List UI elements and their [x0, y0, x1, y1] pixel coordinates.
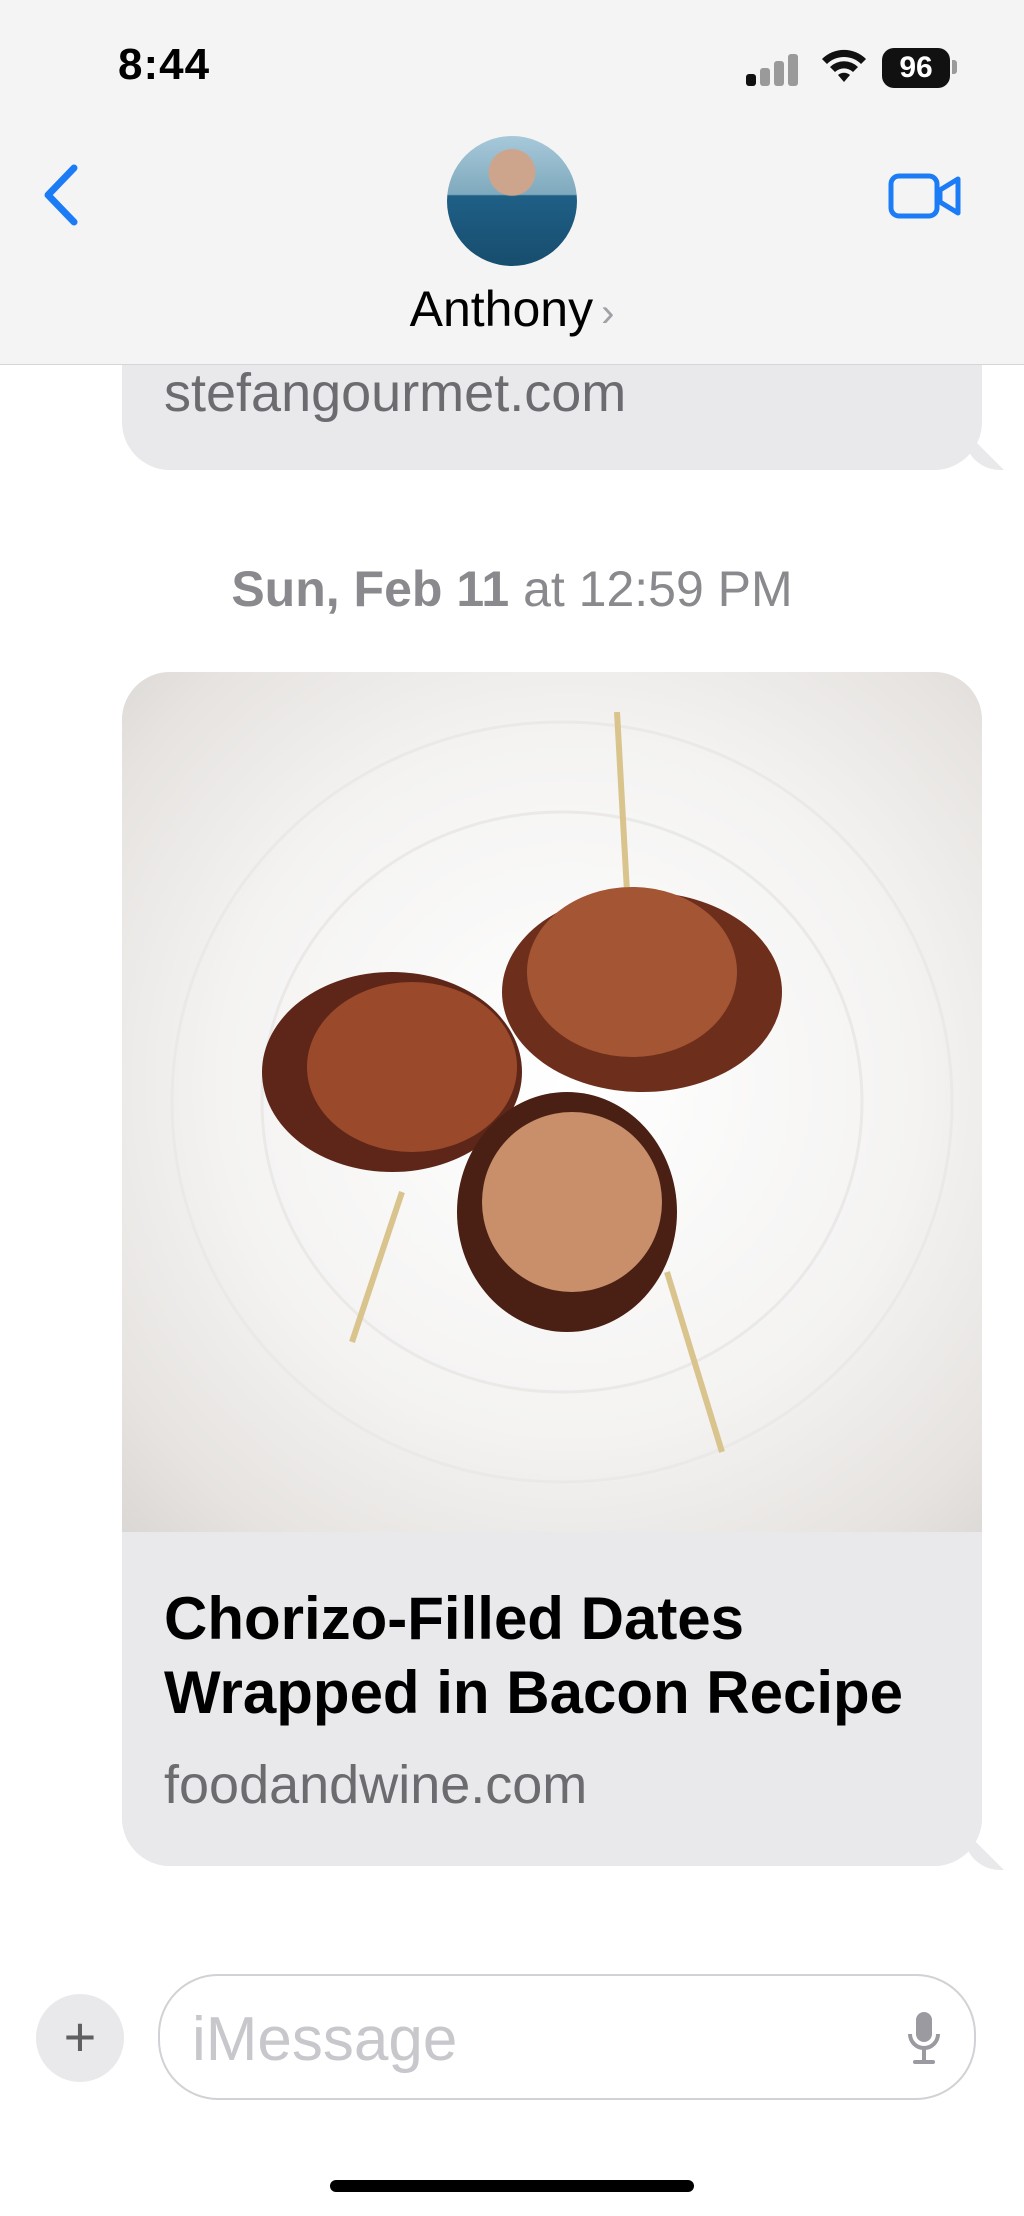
status-time: 8:44	[118, 40, 211, 89]
bubble-tail	[964, 430, 1004, 470]
wifi-icon	[822, 49, 866, 82]
conversation-header: 8:44 96 Anthony ›	[0, 0, 1024, 365]
timestamp-day: Sun, Feb 11	[231, 561, 510, 617]
timestamp-time: at 12:59 PM	[509, 561, 793, 617]
link-title: Chorizo-Filled Dates Wrapped in Bacon Re…	[164, 1585, 904, 1726]
food-photo-illustration	[170, 711, 954, 1484]
video-camera-icon[interactable]	[888, 172, 962, 220]
link-domain: stefangourmet.com	[164, 363, 627, 423]
contact-name-button[interactable]: Anthony ›	[0, 280, 1024, 338]
plus-button[interactable]: +	[36, 1994, 124, 2082]
battery-icon: 96	[882, 48, 950, 88]
microphone-icon[interactable]	[906, 2010, 942, 2066]
link-domain: foodandwine.com	[164, 1755, 588, 1815]
home-indicator	[330, 2180, 694, 2192]
battery-nub	[952, 60, 957, 74]
link-preview-image	[122, 672, 982, 1532]
chevron-right-icon: ›	[601, 291, 615, 335]
signal-icon	[746, 52, 800, 86]
message-input-placeholder: iMessage	[192, 2005, 458, 2074]
contact-name: Anthony	[409, 281, 594, 337]
back-chevron-icon[interactable]	[38, 162, 88, 228]
message-input[interactable]: iMessage	[158, 1974, 976, 2100]
link-preview-bubble[interactable]: Chorizo-Filled Dates Wrapped in Bacon Re…	[122, 672, 982, 1866]
contact-avatar[interactable]	[447, 136, 577, 266]
message-timestamp: Sun, Feb 11 at 12:59 PM	[0, 560, 1024, 618]
